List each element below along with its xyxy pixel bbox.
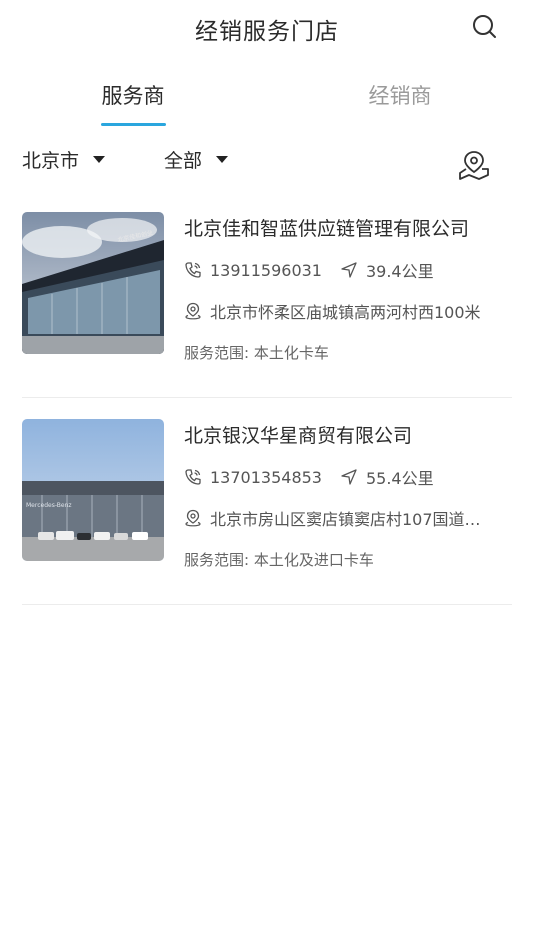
category-dropdown[interactable]: 全部 (164, 146, 229, 173)
store-info: 北京银汉华星商贸有限公司 13701354853 55.4公里 北京市房山区窦店… (184, 419, 512, 570)
address-row: 北京市房山区窦店镇窦店村107国道… (184, 506, 512, 530)
page-title: 经销服务门店 (195, 19, 339, 45)
store-info: 北京佳和智蓝供应链管理有限公司 13911596031 39.4公里 北京市怀柔… (184, 212, 512, 363)
header: 经销服务门店 (0, 0, 534, 60)
city-label: 北京市 (22, 150, 80, 172)
store-phone[interactable]: 13911596031 (210, 261, 322, 280)
store-distance: 55.4公里 (365, 469, 434, 488)
active-tab-indicator (101, 123, 166, 126)
navigation-icon[interactable] (340, 261, 358, 279)
service-scope: 服务范围: 本土化及进口卡车 (184, 551, 374, 569)
list-item[interactable]: 北京佳和创业 北京佳和智蓝供应链管理有限公司 13911596031 39.4公… (22, 212, 512, 398)
contact-row: 13911596031 39.4公里 (184, 258, 512, 282)
store-address: 北京市怀柔区庙城镇高两河村西100米 (210, 303, 481, 322)
location-icon (185, 509, 201, 527)
service-scope: 服务范围: 本土化卡车 (184, 344, 329, 362)
location-icon (185, 302, 201, 320)
phone-icon[interactable] (184, 261, 202, 279)
filter-bar: 北京市 全部 (0, 128, 534, 212)
navigation-icon[interactable] (340, 468, 358, 486)
store-photo: Mercedes-Benz (22, 419, 164, 561)
store-phone[interactable]: 13701354853 (210, 468, 322, 487)
store-distance: 39.4公里 (365, 262, 434, 281)
store-sign: Mercedes-Benz (26, 502, 72, 509)
caret-down-icon (93, 156, 106, 163)
search-icon[interactable] (470, 12, 500, 42)
list-item[interactable]: Mercedes-Benz 北京银汉华星商贸有限公司 13701354853 5… (22, 419, 512, 605)
caret-down-icon (216, 156, 229, 163)
tab-dealers[interactable]: 经销商 (340, 80, 460, 110)
store-locator-page: 经销服务门店 服务商 经销商 北京市 全部 北京佳和创业 北京佳和智蓝供应链管理… (0, 0, 534, 950)
address-row: 北京市怀柔区庙城镇高两河村西100米 (184, 299, 512, 323)
tab-service-providers[interactable]: 服务商 (73, 80, 193, 110)
store-name: 北京佳和智蓝供应链管理有限公司 (184, 218, 470, 240)
phone-icon[interactable] (184, 468, 202, 486)
store-name: 北京银汉华星商贸有限公司 (184, 425, 413, 447)
contact-row: 13701354853 55.4公里 (184, 465, 512, 489)
store-photo: 北京佳和创业 (22, 212, 164, 354)
category-label: 全部 (164, 150, 203, 172)
map-pin-icon[interactable] (457, 148, 491, 182)
tab-bar: 服务商 经销商 (0, 60, 534, 128)
store-list: 北京佳和创业 北京佳和智蓝供应链管理有限公司 13911596031 39.4公… (0, 212, 534, 605)
store-address: 北京市房山区窦店镇窦店村107国道… (210, 510, 481, 529)
city-dropdown[interactable]: 北京市 (22, 146, 106, 173)
